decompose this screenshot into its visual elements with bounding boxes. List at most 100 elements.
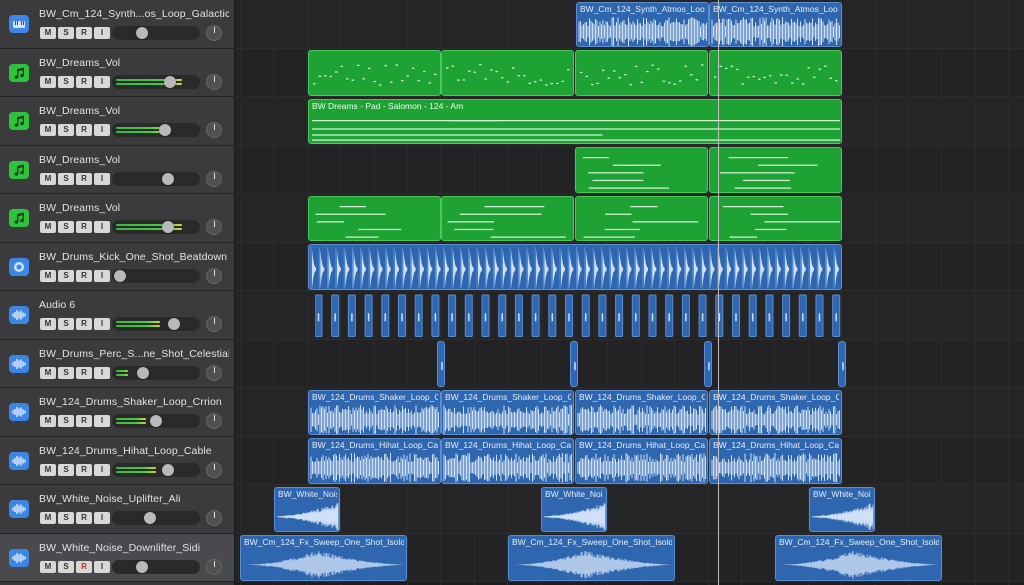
track-name[interactable]: BW_Dreams_Vol (39, 154, 120, 166)
record-button[interactable]: R (76, 512, 92, 524)
mute-button[interactable]: M (40, 560, 56, 573)
audio-region[interactable]: BW_124_Drums_Shaker_Loop_C (709, 389, 842, 435)
track-header[interactable]: BW_Drums_Kick_One_Shot_Beatdown M S R I (0, 242, 234, 291)
volume-knob[interactable] (135, 560, 148, 573)
solo-button[interactable]: S (58, 221, 74, 233)
audio-region[interactable] (308, 244, 842, 290)
midi-region[interactable] (441, 50, 574, 96)
solo-button[interactable]: S (58, 512, 74, 524)
track-header[interactable]: BW_Dreams_Vol M S R I (0, 194, 234, 243)
mute-button[interactable]: M (40, 269, 56, 282)
track-name[interactable]: BW_Drums_Perc_S...ne_Shot_Celestial (39, 348, 229, 360)
mute-button[interactable]: M (40, 415, 56, 427)
tracks-area[interactable]: BW_Cm_124_Synth_Atmos_Loo BW_Cm_124_Synth… (235, 0, 1024, 585)
volume-knob[interactable] (158, 124, 171, 136)
track-header[interactable]: Audio 6 MSRI (0, 291, 234, 340)
volume-slider[interactable] (112, 171, 200, 186)
track-name[interactable]: BW_Drums_Kick_One_Shot_Beatdown (39, 251, 227, 263)
volume-slider[interactable] (112, 220, 200, 234)
volume-knob[interactable] (150, 415, 162, 427)
audio-region[interactable]: BW_124_Drums_Hihat_Loop_Ca (575, 438, 708, 484)
volume-slider[interactable] (112, 559, 200, 574)
pan-knob[interactable] (206, 122, 222, 138)
input-monitor-button[interactable]: I (94, 221, 110, 233)
midi-region[interactable] (709, 147, 842, 193)
midi-region[interactable] (308, 195, 441, 241)
solo-button[interactable]: S (58, 415, 74, 427)
volume-slider[interactable] (112, 317, 200, 331)
audio-region[interactable]: BW_Cm_124_Synth_Atmos_Loo (576, 1, 709, 47)
audio-region[interactable] (570, 341, 578, 387)
mute-button[interactable]: M (40, 75, 56, 88)
audio-region[interactable] (315, 293, 842, 339)
input-monitor-button[interactable]: I (94, 75, 110, 88)
track-header[interactable]: BW_124_Drums_Hihat_Loop_Cable M S R I (0, 436, 234, 485)
volume-slider[interactable] (112, 268, 200, 283)
track-name[interactable]: Audio 6 (39, 299, 75, 311)
track-header[interactable]: BW_Dreams_Vol M S R I (0, 97, 234, 146)
volume-slider[interactable] (112, 365, 200, 380)
audio-region[interactable]: BW_White_Noi (809, 486, 875, 532)
audio-region[interactable] (838, 341, 846, 387)
track-name[interactable]: BW_Dreams_Vol (39, 105, 120, 117)
midi-region[interactable] (441, 195, 574, 241)
midi-region[interactable] (575, 147, 708, 193)
track-header[interactable]: BW_Drums_Perc_S...ne_Shot_Celestial M S R I (0, 339, 234, 388)
record-button[interactable]: R (76, 27, 92, 39)
volume-knob[interactable] (161, 172, 174, 185)
record-button[interactable]: R (76, 75, 92, 88)
record-button[interactable]: R (76, 221, 92, 233)
record-button[interactable]: R (76, 318, 92, 330)
midi-region[interactable] (709, 195, 842, 241)
solo-button[interactable]: S (58, 172, 74, 185)
volume-knob[interactable] (161, 463, 174, 476)
midi-region[interactable] (709, 50, 842, 96)
solo-button[interactable]: S (58, 560, 74, 573)
pan-knob[interactable] (206, 170, 222, 187)
input-monitor-button[interactable]: I (94, 560, 110, 573)
pan-knob[interactable] (206, 364, 222, 381)
input-monitor-button[interactable]: I (94, 124, 110, 136)
track-name[interactable]: BW_124_Drums_Hihat_Loop_Cable (39, 445, 212, 457)
mute-button[interactable]: M (40, 318, 56, 330)
midi-region[interactable] (308, 50, 441, 96)
record-button[interactable]: R (76, 269, 92, 282)
audio-region[interactable]: BW_124_Drums_Shaker_Loop_C (575, 389, 708, 435)
mute-button[interactable]: M (40, 512, 56, 524)
volume-knob[interactable] (168, 318, 180, 330)
pan-knob[interactable] (206, 316, 222, 332)
track-header[interactable]: BW_Cm_124_Synth...os_Loop_Galactic M S R I (0, 0, 234, 49)
solo-button[interactable]: S (58, 75, 74, 88)
track-lane[interactable] (235, 339, 1024, 388)
track-header[interactable]: BW_124_Drums_Shaker_Loop_Crrion M S R I (0, 388, 234, 437)
audio-region[interactable]: BW_Cm_124_Fx_Sweep_One_Shot_Isold (240, 535, 407, 581)
mute-button[interactable]: M (40, 463, 56, 476)
volume-slider[interactable] (112, 74, 200, 89)
volume-slider[interactable] (112, 26, 200, 40)
audio-region[interactable]: BW_Cm_124_Fx_Sweep_One_Shot_Isold (508, 535, 675, 581)
solo-button[interactable]: S (58, 269, 74, 282)
mute-button[interactable]: M (40, 124, 56, 136)
volume-slider[interactable] (112, 462, 200, 477)
pan-knob[interactable] (206, 25, 222, 41)
midi-region[interactable] (575, 195, 708, 241)
record-button[interactable]: R (76, 463, 92, 476)
record-button[interactable]: R (76, 560, 92, 573)
track-lane[interactable] (235, 485, 1024, 534)
track-name[interactable]: BW_White_Noise_Downlifter_Sidi (39, 542, 200, 554)
record-button[interactable]: R (76, 366, 92, 379)
audio-region[interactable]: BW_124_Drums_Shaker_Loop_C (441, 389, 574, 435)
record-button[interactable]: R (76, 415, 92, 427)
record-button[interactable]: R (76, 172, 92, 185)
audio-region[interactable]: BW_Cm_124_Fx_Sweep_One_Shot_Isold (775, 535, 942, 581)
audio-region[interactable]: BW_124_Drums_Hihat_Loop_Ca (308, 438, 441, 484)
volume-knob[interactable] (161, 221, 174, 233)
pan-knob[interactable] (206, 461, 222, 478)
track-name[interactable]: BW_124_Drums_Shaker_Loop_Crrion (39, 396, 222, 408)
solo-button[interactable]: S (58, 463, 74, 476)
mute-button[interactable]: M (40, 366, 56, 379)
volume-slider[interactable] (112, 414, 200, 428)
track-name[interactable]: BW_Dreams_Vol (39, 202, 120, 214)
input-monitor-button[interactable]: I (94, 415, 110, 427)
track-header[interactable]: BW_White_Noise_Downlifter_Sidi M S R I (0, 533, 234, 582)
